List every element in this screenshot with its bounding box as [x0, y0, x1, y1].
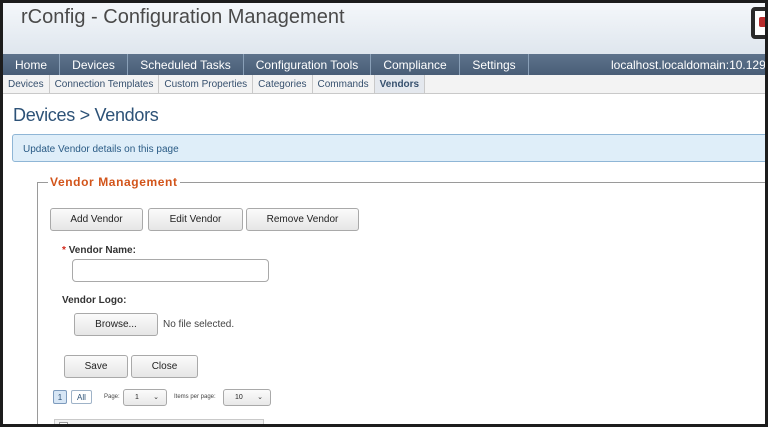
vendor-logo-label: Vendor Logo:: [62, 295, 127, 306]
page-select[interactable]: 1 ⌄: [123, 389, 167, 406]
page-all-button[interactable]: All: [71, 390, 92, 404]
vendor-table-header: [54, 419, 264, 424]
edit-vendor-button[interactable]: Edit Vendor: [148, 208, 243, 231]
main-nav: Home Devices Scheduled Tasks Configurati…: [3, 54, 765, 75]
page-label: Page:: [104, 394, 120, 400]
file-status: No file selected.: [163, 319, 235, 330]
items-per-page-label: Items per page:: [174, 394, 216, 400]
close-button[interactable]: Close: [131, 355, 198, 378]
save-button[interactable]: Save: [64, 355, 128, 378]
page-1-button[interactable]: 1: [53, 390, 67, 404]
app-title: rConfig - Configuration Management: [21, 6, 345, 28]
rconfig-logo-icon: [751, 7, 765, 39]
nav-scheduled-tasks[interactable]: Scheduled Tasks: [128, 54, 244, 75]
add-vendor-button[interactable]: Add Vendor: [50, 208, 143, 231]
nav-configuration-tools[interactable]: Configuration Tools: [244, 54, 371, 75]
subnav-connection-templates[interactable]: Connection Templates: [50, 75, 160, 93]
host-label: localhost.localdomain:10.129.2: [611, 57, 765, 72]
sub-nav: Devices Connection Templates Custom Prop…: [3, 75, 765, 94]
remove-vendor-button[interactable]: Remove Vendor: [246, 208, 359, 231]
subnav-vendors[interactable]: Vendors: [374, 75, 426, 93]
items-per-page-select[interactable]: 10 ⌄: [223, 389, 271, 406]
chevron-down-icon: ⌄: [153, 394, 159, 401]
app-header: rConfig - Configuration Management: [3, 3, 765, 54]
panel-legend: Vendor Management: [48, 175, 180, 189]
vendor-name-label: * Vendor Name:: [62, 245, 136, 256]
vendor-name-label-text: Vendor Name:: [68, 245, 136, 256]
page-select-value: 1: [135, 394, 139, 401]
browse-button[interactable]: Browse...: [74, 313, 158, 336]
chevron-down-icon: ⌄: [257, 394, 263, 401]
nav-compliance[interactable]: Compliance: [371, 54, 460, 75]
nav-home[interactable]: Home: [3, 54, 60, 75]
app-window: rConfig - Configuration Management Home …: [3, 3, 765, 424]
vendor-management-panel: Vendor Management: [37, 175, 765, 424]
subnav-custom-properties[interactable]: Custom Properties: [159, 75, 254, 93]
info-message: Update Vendor details on this page: [12, 134, 765, 162]
nav-settings[interactable]: Settings: [460, 54, 529, 75]
subnav-devices[interactable]: Devices: [3, 75, 50, 93]
items-per-page-value: 10: [235, 394, 243, 401]
nav-devices[interactable]: Devices: [60, 54, 128, 75]
required-marker: *: [62, 245, 66, 256]
vendor-name-input[interactable]: [72, 259, 269, 282]
page-title: Devices > Vendors: [13, 105, 159, 125]
select-all-checkbox[interactable]: [59, 422, 68, 424]
subnav-categories[interactable]: Categories: [253, 75, 313, 93]
subnav-commands[interactable]: Commands: [313, 75, 375, 93]
